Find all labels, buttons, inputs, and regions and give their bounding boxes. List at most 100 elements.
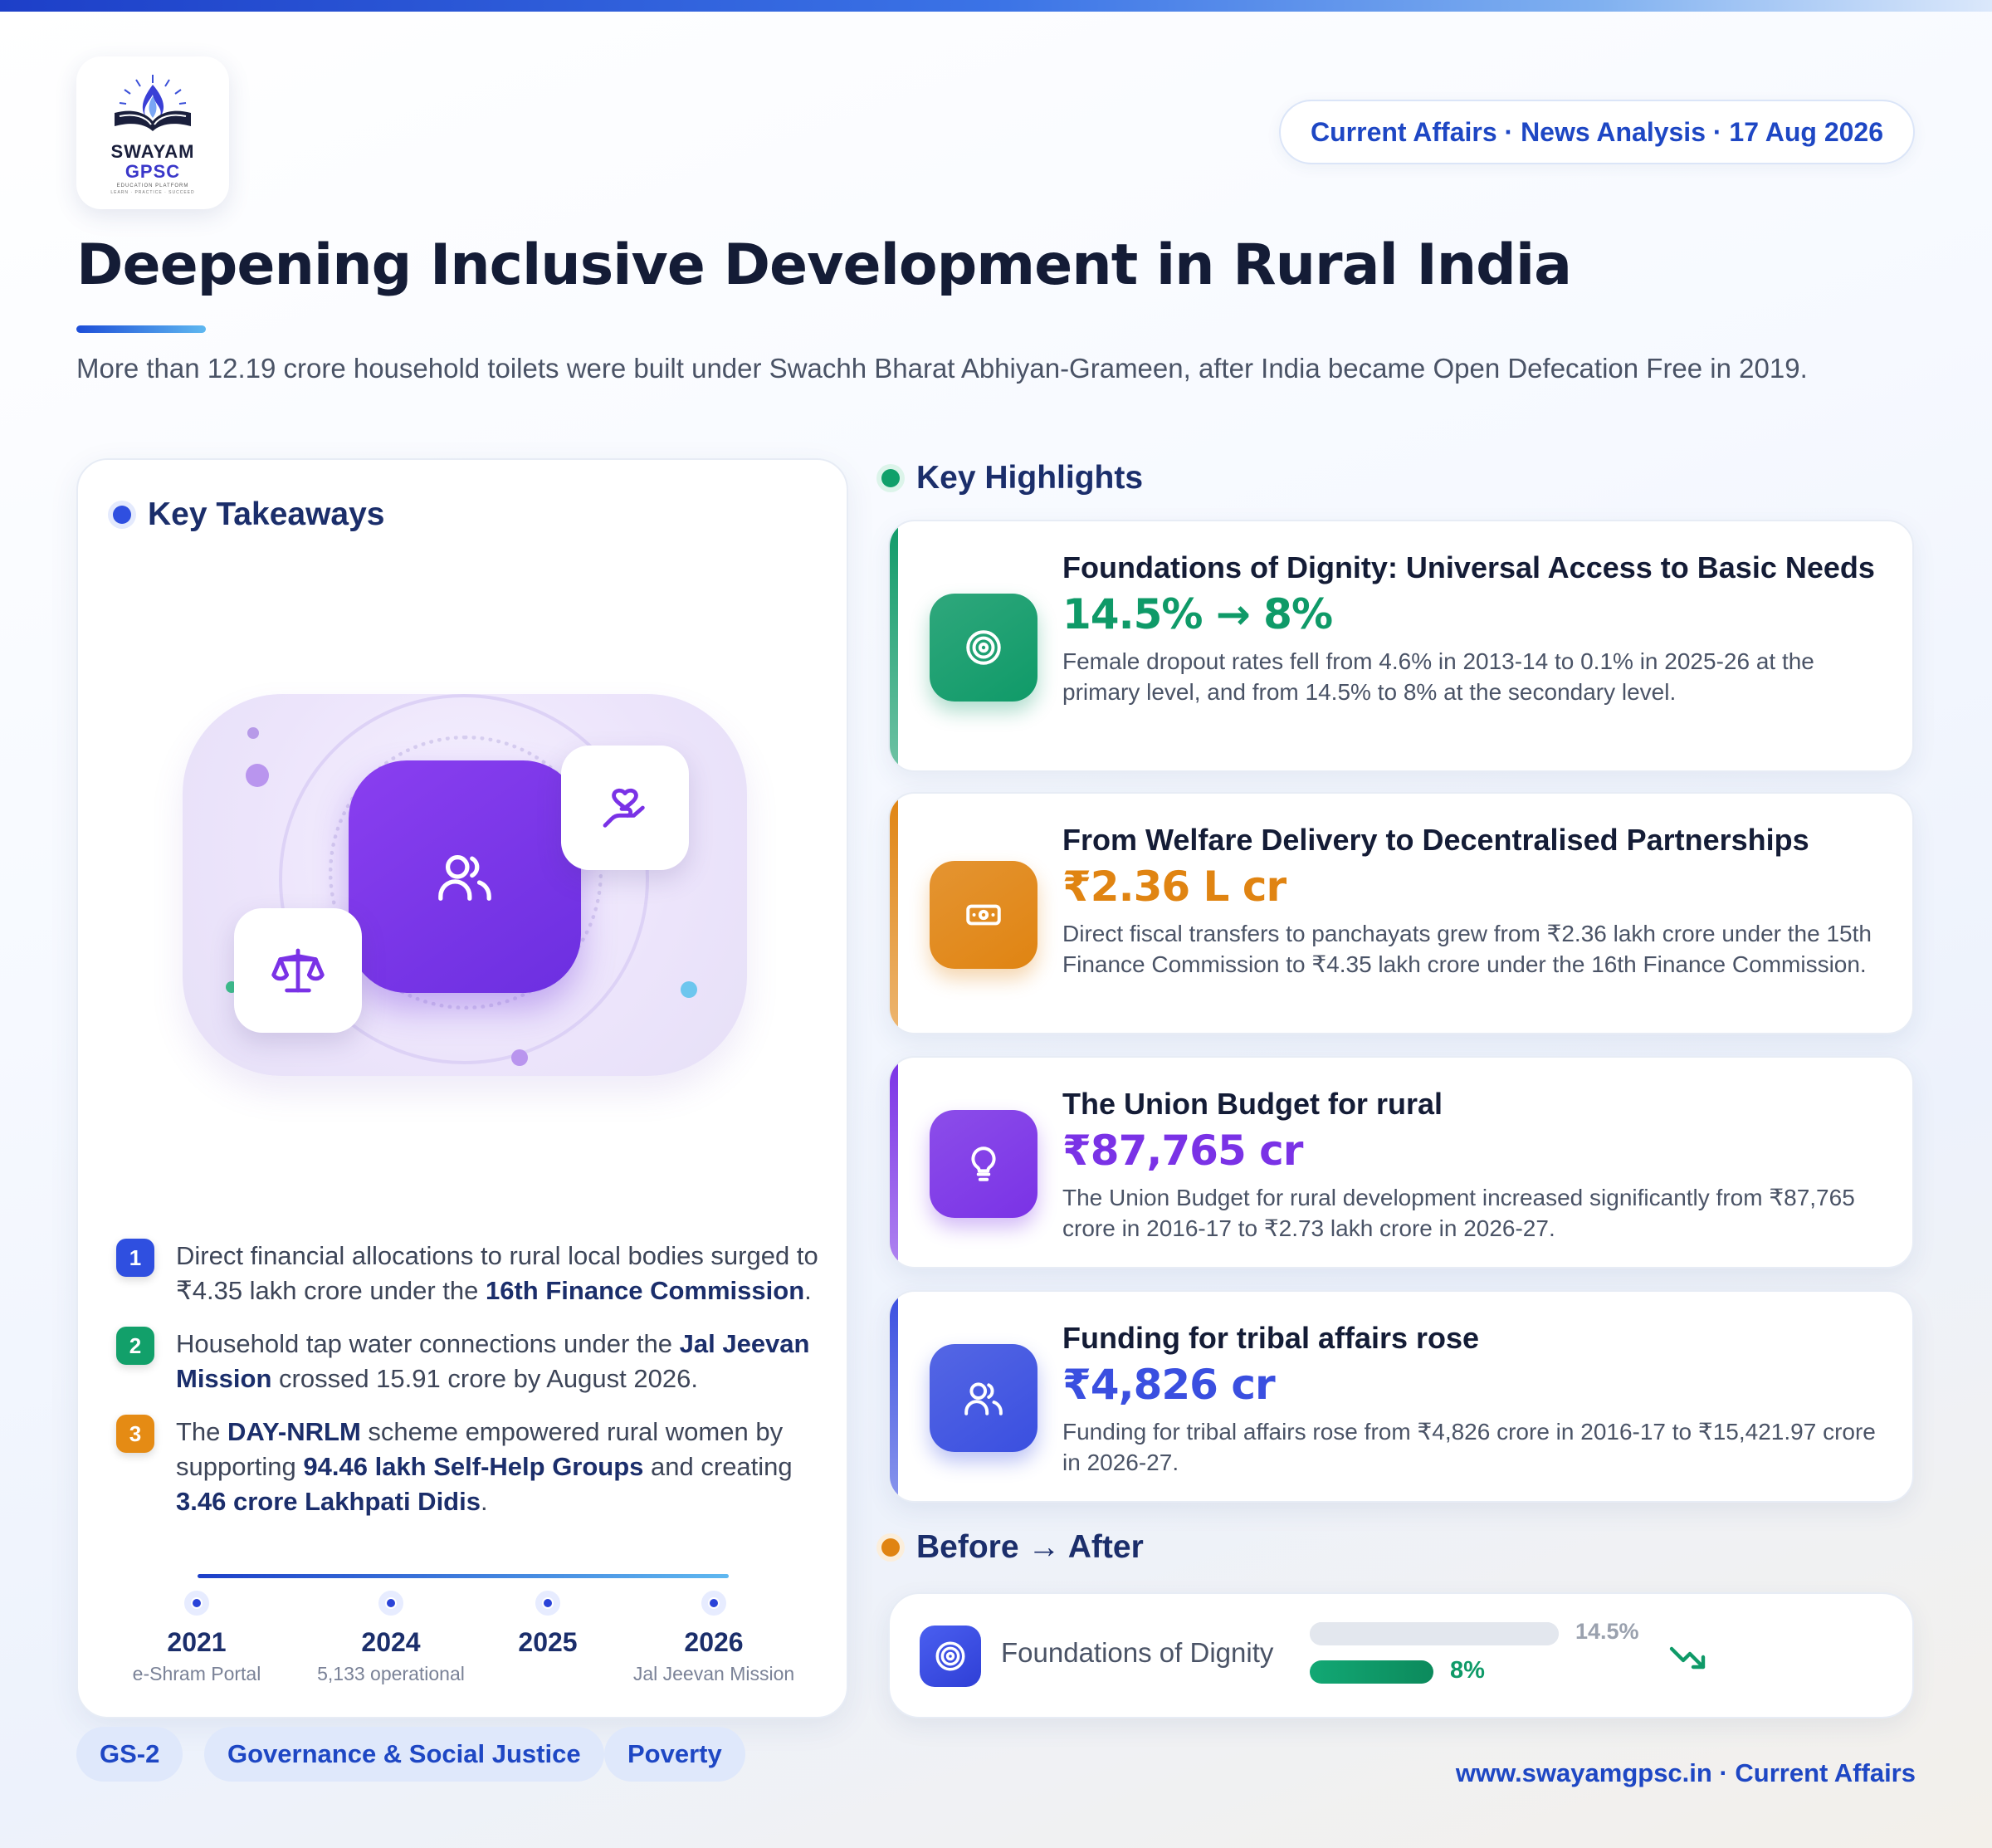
- highlight-icon-tile: [930, 1344, 1038, 1452]
- target-icon: [935, 1641, 965, 1671]
- illustration-scales-tile: [234, 908, 362, 1033]
- logo-line1: SWAYAM: [110, 140, 195, 162]
- takeaway-emphasis: 3.46 crore Lakhpati Didis: [176, 1487, 481, 1516]
- timeline-label: e-Shram Portal: [132, 1663, 261, 1684]
- key-highlights-heading: Key Highlights: [881, 460, 1143, 496]
- before-after-heading-text: Before → After: [916, 1529, 1144, 1565]
- takeaway-emphasis: 16th Finance Commission: [486, 1276, 805, 1305]
- takeaway-item: 3 The DAY-NRLM scheme empowered rural wom…: [116, 1415, 822, 1519]
- topic-tag[interactable]: GS-2: [76, 1727, 183, 1782]
- highlight-description: Direct fiscal transfers to panchayats gr…: [1062, 921, 1872, 977]
- highlight-card: Foundations of Dignity: Universal Access…: [888, 520, 1914, 772]
- before-value: 14.5%: [1575, 1619, 1639, 1644]
- before-bar-track: [1310, 1622, 1559, 1645]
- trending-down-icon: [1669, 1646, 1706, 1670]
- takeaway-text-run: and creating: [643, 1452, 793, 1481]
- timeline-label: Jal Jeevan Mission: [632, 1663, 795, 1684]
- lightbulb-icon: [971, 1146, 996, 1181]
- title-underline: [76, 325, 206, 333]
- highlight-title: From Welfare Delivery to Decentralised P…: [1062, 823, 1809, 857]
- bullet-dot-icon: [113, 506, 131, 524]
- highlight-title: Funding for tribal affairs rose: [1062, 1321, 1480, 1355]
- footer-site[interactable]: www.swayamgpsc.in · Current Affairs: [1456, 1758, 1916, 1788]
- highlight-description: The Union Budget for rural development i…: [1062, 1185, 1855, 1241]
- highlight-card: The Union Budget for rural ₹87,765 cr The …: [888, 1056, 1914, 1269]
- illustration-main-tile: [349, 760, 581, 993]
- timeline-item: 2021 e-Shram Portal: [101, 1591, 292, 1685]
- before-after-label: Foundations of Dignity: [1001, 1637, 1274, 1668]
- page-subtitle: More than 12.19 crore household toilets …: [76, 353, 1808, 384]
- highlight-card: Funding for tribal affairs rose ₹4,826 cr…: [888, 1290, 1914, 1503]
- timeline-label: 5,133 operational: [317, 1663, 465, 1684]
- highlight-icon-tile: [930, 1110, 1038, 1218]
- takeaway-number-badge: 2: [116, 1327, 154, 1365]
- takeaway-item: 2 Household tap water connections under t…: [116, 1327, 822, 1396]
- top-accent-bar: [0, 0, 1992, 12]
- highlight-value: 14.5% → 8%: [1062, 590, 1333, 638]
- deco-dot: [247, 727, 259, 739]
- highlight-title: Foundations of Dignity: Universal Access…: [1062, 550, 1875, 584]
- highlight-accent-bar: [890, 521, 898, 770]
- takeaway-text-run: The: [176, 1417, 228, 1446]
- highlight-accent-bar: [890, 794, 898, 1033]
- takeaway-list: 1 Direct financial allocations to rural l…: [116, 1239, 822, 1538]
- after-bar: [1310, 1660, 1433, 1684]
- highlight-body: From Welfare Delivery to Decentralised P…: [1062, 820, 1879, 980]
- target-icon: [966, 630, 1001, 665]
- illustration-heart-tile: [561, 746, 689, 870]
- highlight-accent-bar: [890, 1292, 898, 1501]
- highlight-body: Foundations of Dignity: Universal Access…: [1062, 548, 1879, 707]
- takeaway-text: Direct financial allocations to rural lo…: [176, 1239, 822, 1308]
- highlight-description: Funding for tribal affairs rose from ₹4,…: [1062, 1419, 1876, 1475]
- logo[interactable]: SWAYAM GPSC EDUCATION PLATFORM LEARN · P…: [76, 56, 229, 209]
- logo-line4: LEARN · PRACTICE · SUCCEED: [110, 189, 195, 195]
- highlight-value: ₹2.36 L cr: [1062, 863, 1286, 911]
- takeaway-text: The DAY-NRLM scheme empowered rural wome…: [176, 1415, 822, 1519]
- logo-line2: GPSC: [124, 160, 181, 182]
- topic-tag[interactable]: Governance & Social Justice: [204, 1727, 604, 1782]
- highlight-icon-tile: [930, 594, 1038, 702]
- takeaway-text-run: crossed 15.91 crore by August 2026.: [271, 1364, 698, 1393]
- timeline-dot: [535, 1591, 560, 1616]
- date-pill: Current Affairs · News Analysis · 17 Aug…: [1279, 100, 1915, 164]
- key-highlights-heading-text: Key Highlights: [916, 460, 1144, 496]
- highlight-description: Female dropout rates fell from 4.6% in 2…: [1062, 648, 1814, 705]
- key-takeaways-heading: Key Takeaways: [113, 496, 384, 533]
- logo-line3: EDUCATION PLATFORM: [116, 183, 189, 188]
- timeline-year: 2025: [518, 1627, 578, 1657]
- scales-icon: [271, 948, 325, 993]
- takeaway-item: 1 Direct financial allocations to rural l…: [116, 1239, 822, 1308]
- book-flame-icon: [115, 74, 191, 131]
- after-bar-track: [1310, 1660, 1559, 1684]
- illustration: [183, 694, 747, 1076]
- timeline-year: 2026: [684, 1627, 744, 1657]
- deco-dot: [246, 764, 269, 787]
- takeaway-text-run: .: [480, 1487, 488, 1516]
- highlight-body: The Union Budget for rural ₹87,765 cr The …: [1062, 1084, 1879, 1244]
- timeline-item: 2026 Jal Jeevan Mission: [618, 1591, 809, 1685]
- timeline-year: 2021: [167, 1627, 227, 1657]
- before-after-icon-tile: [920, 1626, 981, 1687]
- users-icon: [964, 1382, 1003, 1415]
- takeaway-text: Household tap water connections under th…: [176, 1327, 822, 1396]
- deco-dot: [511, 1049, 528, 1066]
- takeaway-text-run: Household tap water connections under th…: [176, 1329, 680, 1358]
- highlight-title: The Union Budget for rural: [1062, 1087, 1443, 1121]
- takeaway-number-badge: 1: [116, 1239, 154, 1277]
- before-after-card: Foundations of Dignity 14.5% 8%: [888, 1592, 1914, 1718]
- takeaway-emphasis: 94.46 lakh Self-Help Groups: [303, 1452, 644, 1481]
- timeline-item: 2025: [452, 1591, 643, 1663]
- after-value: 8%: [1449, 1657, 1485, 1684]
- takeaway-text-run: .: [804, 1276, 812, 1305]
- hand-heart-icon: [603, 788, 645, 828]
- key-takeaways-card: Key Takeaways 1 Direct financial allocat…: [76, 458, 848, 1718]
- topic-tag[interactable]: Poverty: [604, 1727, 745, 1782]
- users-icon: [438, 855, 491, 901]
- bullet-dot-icon: [881, 469, 900, 487]
- bullet-dot-icon: [881, 1538, 900, 1557]
- before-after-heading: Before → After: [881, 1529, 1144, 1566]
- takeaway-number-badge: 3: [116, 1415, 154, 1453]
- highlight-value: ₹87,765 cr: [1062, 1127, 1303, 1175]
- timeline-line: [198, 1574, 729, 1578]
- highlight-body: Funding for tribal affairs rose ₹4,826 cr…: [1062, 1318, 1879, 1478]
